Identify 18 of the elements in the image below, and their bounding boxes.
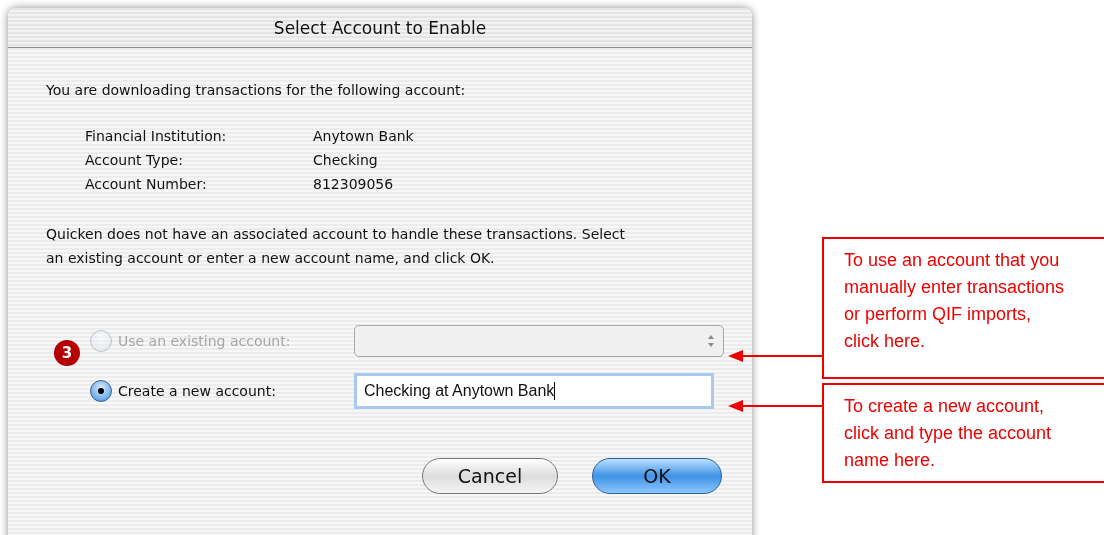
detail-label: Financial Institution: [85,127,228,146]
detail-label: Account Number: [85,175,208,194]
callout-box: To create a new account, click and type the account name here. [822,383,1104,483]
step-badge: 3 [54,340,80,366]
ok-button[interactable]: OK [592,458,722,494]
radio-button[interactable] [90,380,112,402]
window-title: Select Account to Enable [273,17,487,38]
detail-value: 812309056 [313,175,395,194]
detail-value: Anytown Bank [313,127,415,146]
detail-value: Checking [313,151,379,170]
up-down-arrows-icon [707,334,715,348]
message-text: Quicken does not have an associated account to handle these transactions. Select an existing account or enter a new account name, and click OK. [46,225,626,268]
intro-text: You are downloading transactions for the following account: [46,82,467,98]
account-name-field[interactable]: Checking at Anytown Bank [354,373,714,409]
option-label[interactable]: Create a new account: [118,383,354,399]
detail-label: Account Type: [85,151,184,170]
callout-box: To use an account that you manually enter transactions or perform QIF imports, click here. [822,237,1104,379]
cancel-button[interactable]: Cancel [422,458,558,494]
